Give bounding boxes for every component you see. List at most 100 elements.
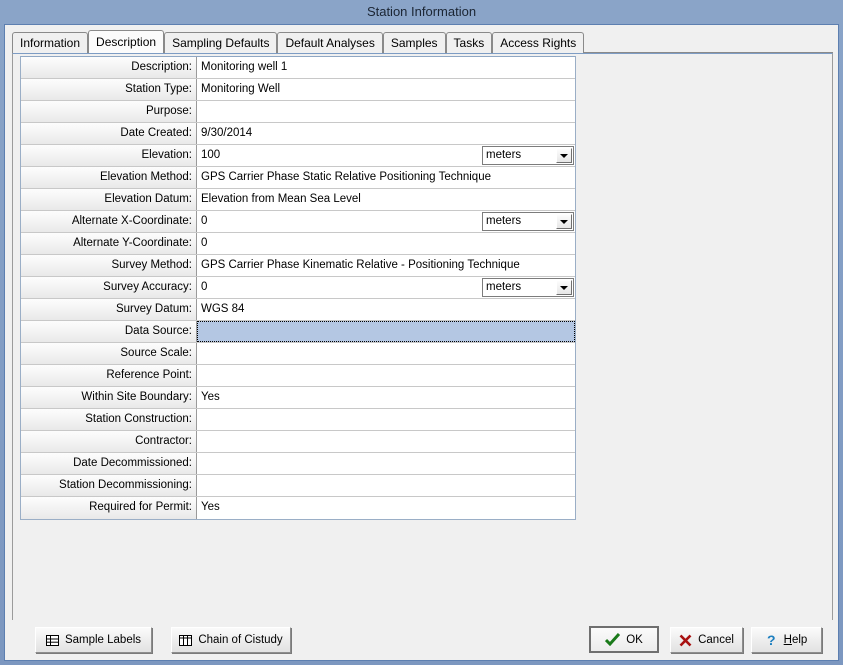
cancel-button[interactable]: Cancel	[670, 627, 743, 653]
field-label: Contractor:	[21, 431, 197, 452]
field-value[interactable]: 0meters	[197, 211, 575, 232]
field-label: Elevation Method:	[21, 167, 197, 188]
field-label: Alternate Y-Coordinate:	[21, 233, 197, 254]
field-row[interactable]: Within Site Boundary:Yes	[21, 387, 575, 409]
field-value[interactable]: Yes	[197, 497, 575, 519]
field-label: Station Construction:	[21, 409, 197, 430]
unit-combobox[interactable]: meters	[482, 278, 574, 297]
field-label: Survey Accuracy:	[21, 277, 197, 298]
tab-sampling-defaults[interactable]: Sampling Defaults	[164, 32, 277, 53]
field-value[interactable]: Monitoring Well	[197, 79, 575, 100]
field-value[interactable]	[197, 409, 575, 430]
field-row[interactable]: Elevation Datum:Elevation from Mean Sea …	[21, 189, 575, 211]
tab-description[interactable]: Description	[88, 30, 164, 53]
cancel-label: Cancel	[698, 634, 734, 646]
window-titlebar: Station Information	[0, 0, 843, 24]
window-title: Station Information	[367, 4, 476, 19]
field-row[interactable]: Date Decommissioned:	[21, 453, 575, 475]
check-icon	[605, 633, 620, 646]
field-value[interactable]	[197, 101, 575, 122]
field-value[interactable]: 0 meters	[197, 277, 575, 298]
chevron-down-icon[interactable]	[556, 214, 572, 229]
field-row[interactable]: Required for Permit:Yes	[21, 497, 575, 519]
tab-access-rights[interactable]: Access Rights	[492, 32, 584, 53]
field-value[interactable]: 100 meters	[197, 145, 575, 166]
tab-default-analyses[interactable]: Default Analyses	[277, 32, 382, 53]
field-value-text: Yes	[201, 501, 220, 513]
tab-label: Description	[96, 35, 156, 49]
dialog-button-bar: Sample Labels Chain of Cistudy	[5, 620, 838, 660]
window-client-area: InformationDescriptionSampling DefaultsD…	[4, 24, 839, 661]
field-value[interactable]: Monitoring well 1	[197, 57, 575, 78]
tab-label: Access Rights	[500, 36, 576, 50]
table-columns-icon	[179, 634, 192, 647]
tab-tasks[interactable]: Tasks	[446, 32, 493, 53]
field-value[interactable]: 0	[197, 233, 575, 254]
field-label: Elevation Datum:	[21, 189, 197, 210]
field-row[interactable]: Description:Monitoring well 1	[21, 57, 575, 79]
field-row[interactable]: Station Type:Monitoring Well	[21, 79, 575, 101]
tab-information[interactable]: Information	[12, 32, 88, 53]
field-label: Alternate X-Coordinate:	[21, 211, 197, 232]
ok-button[interactable]: OK	[589, 626, 659, 653]
question-icon: ?	[766, 633, 778, 647]
help-button[interactable]: ? Help	[751, 627, 822, 653]
field-grid: Description:Monitoring well 1Station Typ…	[20, 56, 576, 520]
field-value-text: GPS Carrier Phase Static Relative Positi…	[201, 171, 491, 183]
unit-combobox[interactable]: meters	[482, 146, 574, 165]
field-row[interactable]: Elevation Method: GPS Carrier Phase Stati…	[21, 167, 575, 189]
field-value[interactable]	[197, 475, 575, 496]
field-value[interactable]: 9/30/2014	[197, 123, 575, 144]
field-value-text: GPS Carrier Phase Kinematic Relative - P…	[201, 259, 520, 271]
tab-label: Tasks	[454, 36, 485, 50]
sample-labels-button[interactable]: Sample Labels	[35, 627, 152, 653]
field-row[interactable]: Date Created:9/30/2014	[21, 123, 575, 145]
field-label: Survey Method:	[21, 255, 197, 276]
field-label: Survey Datum:	[21, 299, 197, 320]
chevron-down-icon[interactable]	[556, 280, 572, 295]
field-row[interactable]: Source Scale:	[21, 343, 575, 365]
field-row[interactable]: Contractor:	[21, 431, 575, 453]
field-row[interactable]: Purpose:	[21, 101, 575, 123]
chevron-down-icon[interactable]	[556, 148, 572, 163]
chain-of-custody-button[interactable]: Chain of Cistudy	[171, 627, 291, 653]
ok-label: OK	[626, 634, 643, 646]
help-label-rest: elp	[792, 634, 807, 646]
field-row[interactable]: Alternate Y-Coordinate:0	[21, 233, 575, 255]
field-label: Within Site Boundary:	[21, 387, 197, 408]
x-icon	[679, 634, 692, 647]
unit-combobox-value: meters	[483, 279, 556, 296]
chevron-down-glyph	[560, 286, 568, 290]
field-label: Station Type:	[21, 79, 197, 100]
field-value-text: 100	[201, 149, 220, 161]
field-row[interactable]: Survey Method: GPS Carrier Phase Kinemati…	[21, 255, 575, 277]
field-value[interactable]	[197, 343, 575, 364]
field-value[interactable]: Elevation from Mean Sea Level	[197, 189, 575, 210]
field-row[interactable]: Alternate X-Coordinate:0meters	[21, 211, 575, 233]
chevron-down-glyph	[560, 220, 568, 224]
field-row[interactable]: Station Construction:	[21, 409, 575, 431]
field-value[interactable]: WGS 84	[197, 299, 575, 320]
field-value[interactable]	[197, 453, 575, 474]
field-value-text: Monitoring well 1	[201, 61, 287, 73]
unit-combobox-value: meters	[483, 213, 556, 230]
tab-samples[interactable]: Samples	[383, 32, 446, 53]
chevron-down-glyph	[560, 154, 568, 158]
field-value[interactable]	[197, 431, 575, 452]
field-value[interactable]	[197, 321, 575, 342]
field-value[interactable]: Yes	[197, 387, 575, 408]
unit-combobox[interactable]: meters	[482, 212, 574, 231]
field-row[interactable]: Survey Accuracy: 0 meters	[21, 277, 575, 299]
field-row[interactable]: Survey Datum:WGS 84	[21, 299, 575, 321]
description-panel: Description:Monitoring well 1Station Typ…	[12, 53, 833, 621]
field-row[interactable]: Reference Point:	[21, 365, 575, 387]
field-value-text: 0	[201, 281, 207, 293]
field-value[interactable]: GPS Carrier Phase Static Relative Positi…	[197, 167, 575, 188]
field-value[interactable]: GPS Carrier Phase Kinematic Relative - P…	[197, 255, 575, 276]
field-label: Reference Point:	[21, 365, 197, 386]
field-row[interactable]: Elevation:100meters	[21, 145, 575, 167]
field-value[interactable]	[197, 365, 575, 386]
field-row[interactable]: Station Decommissioning:	[21, 475, 575, 497]
field-row[interactable]: Data Source:	[21, 321, 575, 343]
tab-strip: Information Description Sampling DefaultsD…	[12, 30, 833, 53]
